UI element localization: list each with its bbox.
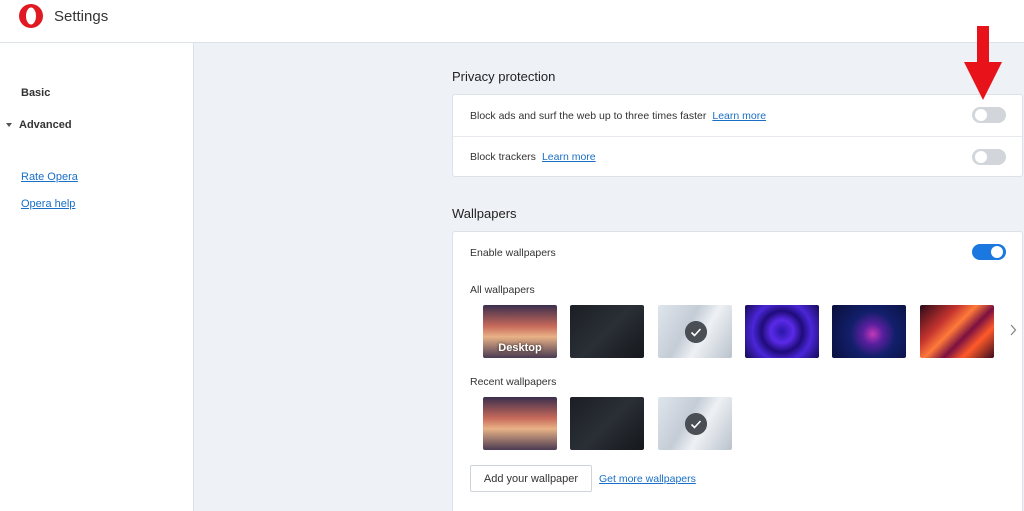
desktop-label: Desktop [498,342,542,354]
page-title: Settings [54,8,109,25]
enable-wallpapers-label: Enable wallpapers [470,247,556,259]
block-trackers-toggle[interactable] [972,149,1006,165]
toggle-knob [991,246,1003,258]
wallpaper-thumb-purple[interactable] [745,305,819,358]
toggle-knob [975,109,987,121]
add-wallpaper-button[interactable]: Add your wallpaper [470,465,592,492]
recent-wallpaper-thumb-dark[interactable] [570,397,644,450]
checkmark-icon [685,413,707,435]
opera-logo-icon [19,4,43,28]
privacy-card: Block ads and surf the web up to three t… [452,94,1023,177]
chevron-right-icon[interactable] [1008,323,1018,337]
enable-wallpapers-toggle[interactable] [972,244,1006,260]
block-trackers-label: Block trackers [470,151,536,163]
sidebar-item-basic[interactable]: Basic [21,87,50,99]
checkmark-icon [685,321,707,343]
recent-wallpaper-thumb-light-selected[interactable] [658,397,732,450]
wallpaper-thumb-light-selected[interactable] [658,305,732,358]
block-trackers-learn-more-link[interactable]: Learn more [542,151,596,163]
wallpapers-card: Enable wallpapers All wallpapers Desktop… [452,231,1023,511]
privacy-section-title: Privacy protection [452,69,556,84]
wallpapers-section-title: Wallpapers [452,206,517,221]
block-trackers-row: Block trackers Learn more [453,136,1022,177]
wallpaper-thumb-desktop[interactable]: Desktop [483,305,557,358]
sidebar: Basic Advanced Rate Opera Opera help [0,43,194,511]
block-ads-row: Block ads and surf the web up to three t… [453,95,1022,136]
recent-wallpaper-thumb-sunset[interactable] [483,397,557,450]
opera-help-link[interactable]: Opera help [21,198,75,210]
rate-opera-link[interactable]: Rate Opera [21,171,78,183]
block-ads-learn-more-link[interactable]: Learn more [712,110,766,122]
wallpaper-thumb-neon[interactable] [832,305,906,358]
caret-down-icon [6,123,12,127]
get-more-wallpapers-link[interactable]: Get more wallpapers [599,473,696,485]
block-ads-label: Block ads and surf the web up to three t… [470,109,707,122]
sidebar-item-advanced[interactable]: Advanced [6,119,72,131]
annotation-arrow-icon [964,26,1002,100]
all-wallpapers-label: All wallpapers [470,284,535,296]
wallpaper-thumb-dark[interactable] [570,305,644,358]
sidebar-item-label: Advanced [19,119,72,131]
block-ads-toggle[interactable] [972,107,1006,123]
top-bar: Settings [0,0,1024,43]
recent-wallpapers-label: Recent wallpapers [470,376,557,388]
wallpaper-thumb-swirl[interactable] [920,305,994,358]
toggle-knob [975,151,987,163]
